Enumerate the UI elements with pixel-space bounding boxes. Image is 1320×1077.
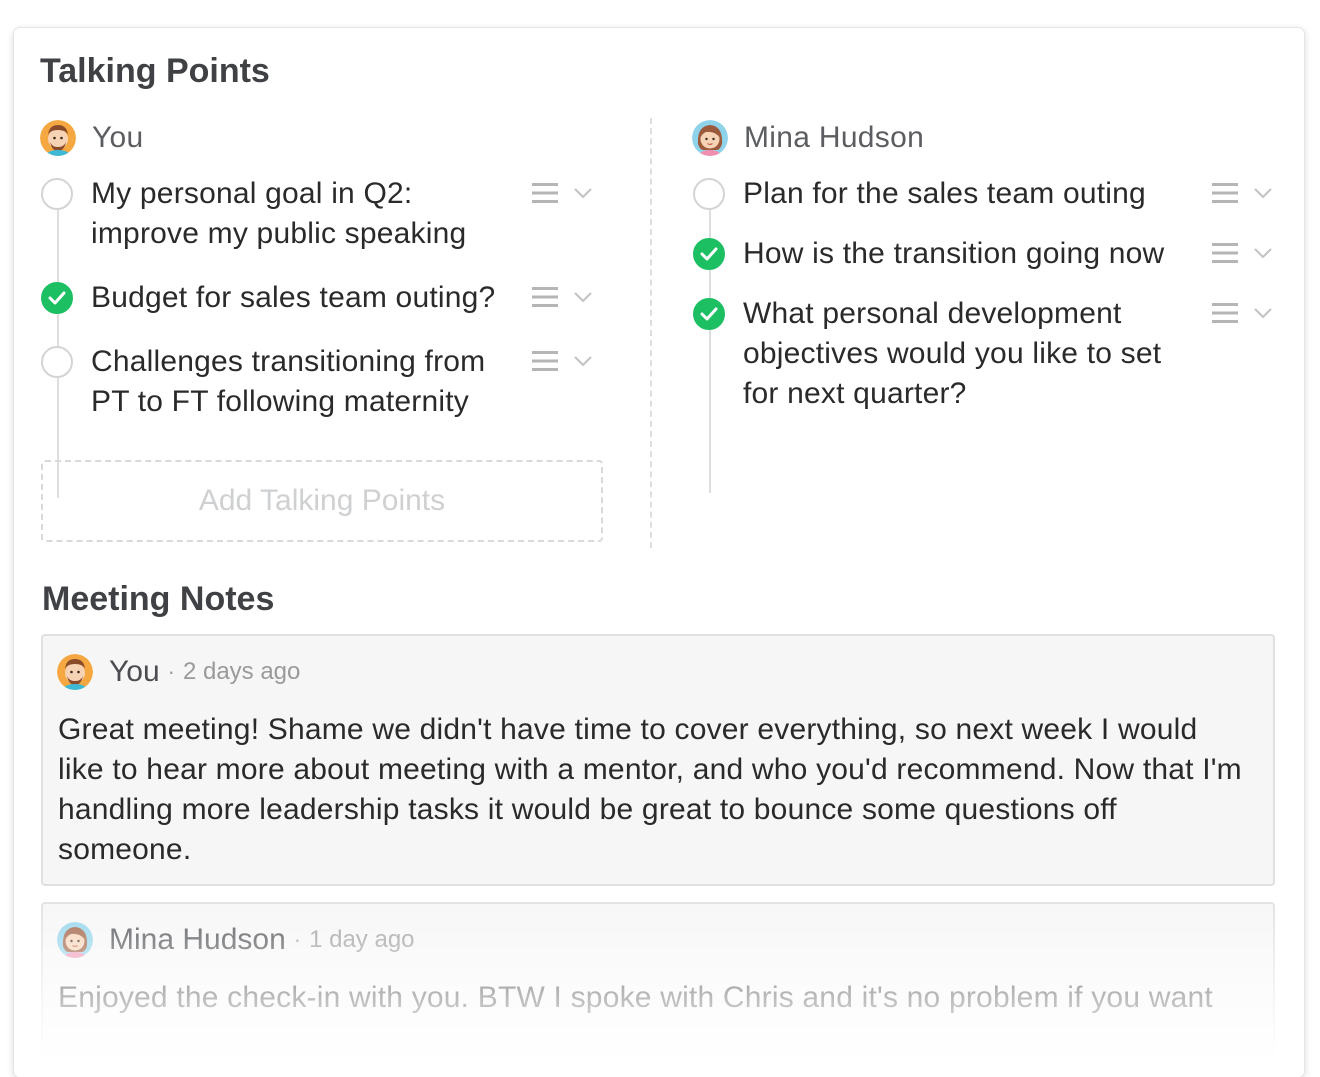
mina-avatar [692,120,728,156]
note-header: Mina Hudson · 1 day ago [57,922,415,958]
mina-column: Mina Hudson Plan for the sales team outi… [692,118,1272,493]
item-actions [1212,242,1272,264]
mina-avatar [57,922,93,958]
chevron-down-icon[interactable] [574,355,592,367]
done-check-button[interactable] [693,298,725,330]
list-item: What personal development objectives wou… [692,297,1272,428]
add-talking-points-button[interactable]: Add Talking Points [41,460,603,542]
mina-column-header: Mina Hudson [692,118,1272,158]
you-name: You [92,121,144,154]
item-actions [1212,302,1272,324]
item-actions [532,286,592,308]
you-column: You My personal goal in Q2: improve my p… [40,118,592,498]
hamburger-icon[interactable] [1212,302,1238,324]
checkmark-icon [700,307,718,321]
note-timestamp: 1 day ago [309,926,415,953]
item-actions [532,350,592,372]
hamburger-icon[interactable] [532,286,558,308]
note-author: Mina Hudson [109,923,286,956]
you-talking-points-list: My personal goal in Q2: improve my publi… [40,177,592,498]
meeting-notes-title: Meeting Notes [42,580,275,618]
mina-name: Mina Hudson [744,121,925,154]
hamburger-icon[interactable] [532,350,558,372]
item-actions [1212,182,1272,204]
talking-point-text: What personal development objectives wou… [743,297,1162,410]
done-check-button[interactable] [41,282,73,314]
chevron-down-icon[interactable] [1254,307,1272,319]
talking-point-text: Challenges transitioning from PT to FT f… [91,345,486,418]
talking-point-text: My personal goal in Q2: improve my publi… [91,177,467,250]
you-column-header: You [40,118,592,158]
hamburger-icon[interactable] [1212,242,1238,264]
note-separator: · [167,659,175,684]
column-divider [650,118,652,548]
list-item: Challenges transitioning from PT to FT f… [40,345,592,450]
item-actions [532,182,592,204]
todo-check-button[interactable] [41,178,73,210]
you-avatar [57,654,93,690]
note-body: Enjoyed the check-in with you. BTW I spo… [58,981,1213,1014]
list-item: Budget for sales team outing? [40,281,592,346]
talking-points-title: Talking Points [40,52,270,90]
meeting-note: You · 2 days ago Great meeting! Shame we… [41,634,1275,886]
todo-check-button[interactable] [693,178,725,210]
hamburger-icon[interactable] [532,182,558,204]
chevron-down-icon[interactable] [574,291,592,303]
hamburger-icon[interactable] [1212,182,1238,204]
note-header: You · 2 days ago [57,654,300,690]
meeting-note: Mina Hudson · 1 day ago Enjoyed the chec… [41,902,1275,1077]
chevron-down-icon[interactable] [1254,247,1272,259]
list-item: My personal goal in Q2: improve my publi… [40,177,592,282]
checkmark-icon [700,247,718,261]
chevron-down-icon[interactable] [574,187,592,199]
talking-point-text: How is the transition going now [743,237,1165,270]
you-avatar [40,120,76,156]
mina-talking-points-list: Plan for the sales team outing How is th… [692,177,1272,493]
note-body: Great meeting! Shame we didn't have time… [58,713,1242,866]
note-separator: · [293,927,302,952]
checkmark-icon [48,291,66,305]
todo-check-button[interactable] [41,346,73,378]
done-check-button[interactable] [693,238,725,270]
list-item: How is the transition going now [692,237,1272,298]
talking-points-card: Talking Points You My personal goal in Q… [14,28,1304,1077]
chevron-down-icon[interactable] [1254,187,1272,199]
note-author: You [109,655,160,688]
talking-point-text: Plan for the sales team outing [743,177,1146,210]
note-timestamp: 2 days ago [182,658,301,685]
list-item: Plan for the sales team outing [692,177,1272,238]
talking-point-text: Budget for sales team outing? [91,281,496,314]
